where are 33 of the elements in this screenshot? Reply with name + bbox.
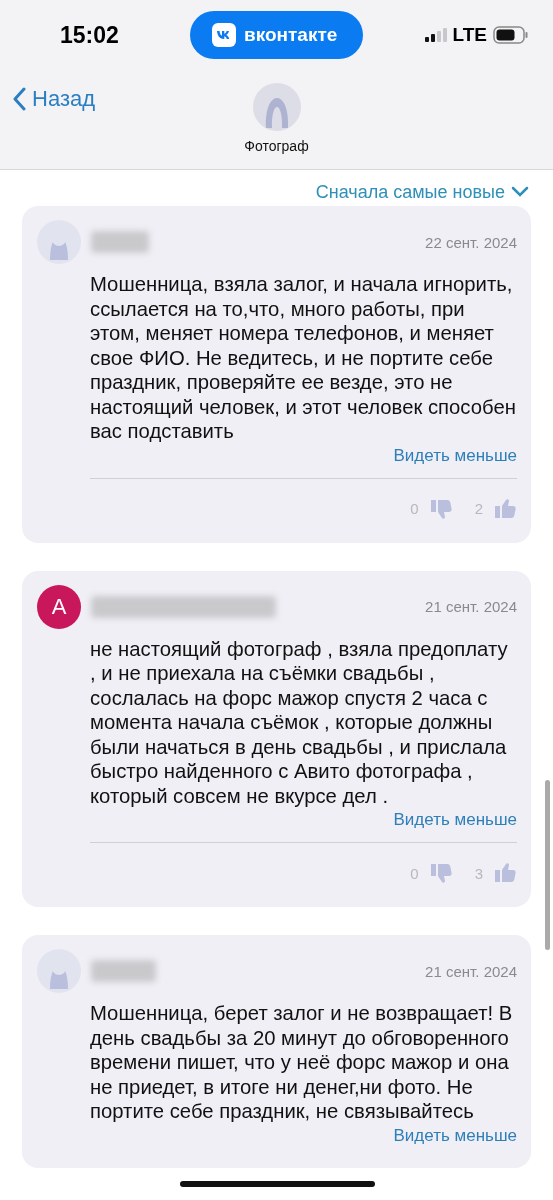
- like-count: 2: [474, 500, 483, 517]
- review-text: не настоящий фотограф , взяла предоплату , и не приехала на съёмки свадьбы , сослалась на форс мажор спустя 2 часа с момента начала съёмок , которые должны были начаться в день свадьбы , и прислала быстро найденного с Авито фотографа , который совсем не вкурсе дел .: [90, 636, 509, 808]
- thumbs-up-icon[interactable]: [493, 496, 517, 521]
- sort-dropdown[interactable]: Сначала самые новые: [315, 180, 529, 204]
- review-date: 22 сент. 2024: [425, 233, 517, 251]
- signal-icon: [424, 28, 447, 42]
- dislike-count: 0: [410, 500, 419, 517]
- review-text: Мошенница, взяла залог, и начала игнорить, ссылается на то,что, много работы, при этом, меняет номера телефонов, и меняет свое ФИО. Не ведитесь, и не портите себе праздник, проверяйте ее везде, это не настоящий человек, и этот человек способен вас подставить: [90, 272, 517, 444]
- dislike-count: 0: [410, 864, 419, 882]
- avatar-icon: [37, 949, 81, 993]
- chevron-down-icon: [511, 186, 529, 198]
- network-type: LTE: [452, 24, 487, 46]
- blurred-name: [91, 960, 156, 982]
- like-count: 3: [474, 864, 483, 882]
- show-less-link[interactable]: Видеть меньше: [393, 1125, 517, 1146]
- battery-icon: [493, 26, 529, 44]
- app-pill[interactable]: вконтакте: [190, 11, 364, 59]
- chevron-left-icon: [12, 87, 26, 111]
- vk-logo-icon: [212, 23, 236, 47]
- show-less-link[interactable]: Видеть меньше: [393, 810, 517, 830]
- thumbs-down-icon[interactable]: [428, 861, 453, 885]
- avatar-icon: [251, 82, 302, 132]
- review-date: 21 сент. 2024: [425, 962, 517, 980]
- thumbs-up-icon[interactable]: [493, 861, 517, 885]
- back-link[interactable]: Назад: [12, 86, 96, 112]
- show-less-link[interactable]: Видеть меньше: [393, 445, 517, 466]
- review-text: Мошенница, берет залог и не возвращает! В день свадьбы за 20 минут до обговоренного времени пишет, что у неё форс мажор и она не приедет, в итоге ни денег,ни фото. Не портите себе праздник, не связывайтесь: [90, 1001, 514, 1124]
- clock-time: 15:02: [60, 21, 120, 49]
- avatar-icon: [37, 220, 81, 264]
- review-date: 21 сент. 2024: [425, 598, 517, 615]
- avatar-initial: A: [37, 584, 81, 629]
- blurred-name: [91, 231, 149, 253]
- page-title: Фотограф: [244, 138, 309, 154]
